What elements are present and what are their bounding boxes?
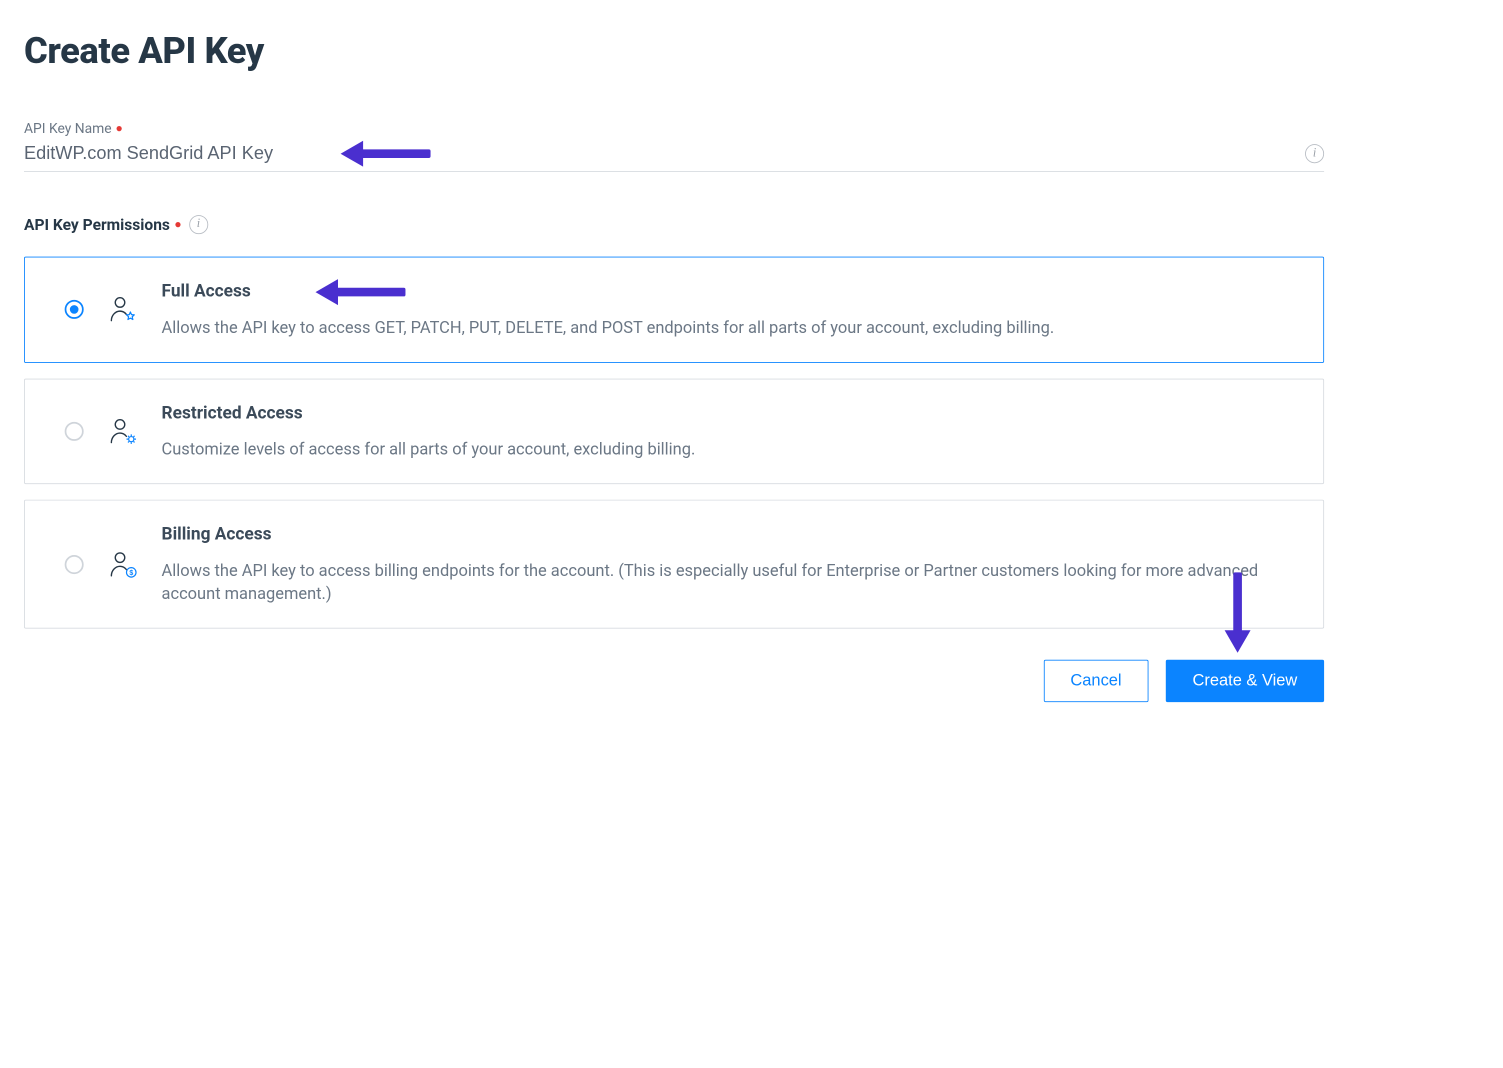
api-key-name-input[interactable]	[24, 143, 1305, 164]
page-title: Create API Key	[24, 30, 1324, 72]
permission-option-billing-access[interactable]: $ Billing Access Allows the API key to a…	[24, 500, 1324, 629]
permission-option-full-access[interactable]: Full Access Allows the API key to access…	[24, 257, 1324, 363]
option-description: Customize levels of access for all parts…	[162, 438, 1298, 461]
api-key-name-label: API Key Name	[24, 120, 112, 136]
required-dot-icon	[117, 126, 122, 131]
radio-input[interactable]	[65, 555, 84, 574]
permissions-heading-row: API Key Permissions i	[24, 215, 1324, 234]
option-description: Allows the API key to access GET, PATCH,…	[162, 316, 1298, 339]
info-icon[interactable]: i	[1305, 144, 1324, 163]
permission-option-restricted-access[interactable]: Restricted Access Customize levels of ac…	[24, 378, 1324, 484]
option-description: Allows the API key to access billing end…	[162, 560, 1298, 606]
create-and-view-button[interactable]: Create & View	[1166, 660, 1324, 702]
svg-text:$: $	[129, 570, 133, 577]
info-icon[interactable]: i	[189, 215, 208, 234]
api-key-name-label-row: API Key Name	[24, 120, 1324, 136]
radio-input[interactable]	[65, 300, 84, 319]
radio-input[interactable]	[65, 422, 84, 441]
cancel-button[interactable]: Cancel	[1044, 660, 1149, 702]
option-title: Billing Access	[162, 523, 1298, 544]
user-star-icon	[108, 295, 137, 324]
option-title: Restricted Access	[162, 402, 1298, 423]
user-gear-icon	[108, 417, 137, 446]
user-dollar-icon: $	[108, 550, 137, 579]
required-dot-icon	[175, 222, 180, 227]
permissions-heading: API Key Permissions	[24, 216, 170, 234]
